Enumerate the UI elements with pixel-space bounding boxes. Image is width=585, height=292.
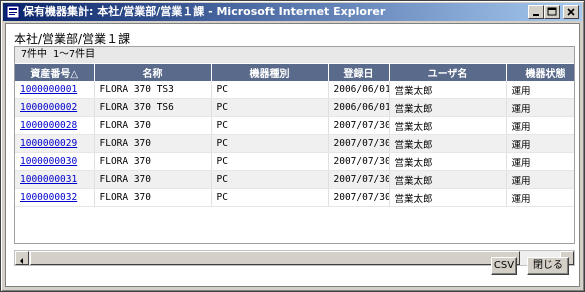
cell-registration-date: 2006/06/01 [328,98,390,117]
cell-name: FLORA 370 [94,116,212,135]
browser-window: 保有機器集計: 本社/営業部/営業１課 - Microsoft Internet… [0,0,585,292]
column-header-device-type[interactable]: 機器種別 [211,64,329,81]
cell-user-name: 営業太郎 [389,170,507,189]
column-header-registration-date[interactable]: 登録日 [328,64,390,81]
cell-asset-number[interactable]: 1000000028 [15,116,95,135]
cell-asset-number[interactable]: 1000000030 [15,152,95,171]
maximize-icon [547,7,557,16]
csv-button[interactable]: CSV [491,257,517,275]
cell-user-name: 営業太郎 [389,134,507,153]
cell-user-name: 営業太郎 [389,152,507,171]
title-bar: 保有機器集計: 本社/営業部/営業１課 - Microsoft Internet… [3,3,582,21]
table-row: 1000000029 FLORA 370 PC 2007/07/30 営業太郎 運用 [15,134,574,153]
column-header-device-status[interactable]: 機器状態 [506,64,574,81]
cell-registration-date: 2007/07/30 [328,152,390,171]
table-row: 1000000002 FLORA 370 TS6 PC 2006/06/01 営業太郎運… [15,98,574,117]
cell-device-type: PC [211,152,329,171]
cell-name: FLORA 370 [94,170,212,189]
close-icon [567,8,575,16]
table-row: 1000000001 FLORA 370 TS3 PC 2006/06/01 営業太郎運… [15,81,574,99]
cell-name: FLORA 370 [94,188,212,207]
column-header-asset-number[interactable]: 資産番号△ [15,64,95,81]
arrow-left-icon [20,258,23,264]
cell-asset-number[interactable]: 1000000031 [15,170,95,189]
cell-device-type: PC [211,134,329,153]
cell-name: FLORA 370 [94,134,212,153]
asset-number-link[interactable]: 1000000030 [20,156,77,167]
table-row: 1000000031 FLORA 370 PC 2007/07/30 営業太郎 運用 [15,170,574,189]
result-count: 7件中 1～7件目 [15,47,574,63]
cell-user-name: 営業太郎 [389,188,507,207]
asset-number-link[interactable]: 1000000002 [20,102,77,113]
scrollbar-thumb[interactable] [30,251,520,265]
asset-number-link[interactable]: 1000000001 [20,84,77,95]
table-body: 1000000001 FLORA 370 TS3 PC 2006/06/01 営業太郎運… [15,81,574,207]
cell-registration-date: 2007/07/30 [328,170,390,189]
cell-asset-number[interactable]: 1000000032 [15,188,95,207]
breadcrumb: 本社/営業部/営業１課 [14,32,131,46]
column-header-user-name[interactable]: ユーザ名 [389,64,507,81]
cell-registration-date: 2007/07/30 [328,116,390,135]
page-content: 本社/営業部/営業１課 7件中 1～7件目 資産番号△ 名称 機器種別 登録日 … [5,23,580,287]
cell-user-name: 営業太郎 [389,98,507,117]
cell-device-status: 運用 [506,116,574,135]
cell-name: FLORA 370 [94,152,212,171]
cell-device-status: 運用 [506,170,574,189]
column-header-name[interactable]: 名称 [94,64,212,81]
cell-device-status: 運用 [506,98,574,117]
cell-device-type: PC [211,81,329,99]
minimize-button[interactable] [528,5,544,19]
cell-device-type: PC [211,170,329,189]
cell-name: FLORA 370 TS3 [94,81,212,99]
cell-asset-number[interactable]: 1000000029 [15,134,95,153]
cell-device-status: 運用 [506,81,574,99]
asset-table-panel: 7件中 1～7件目 資産番号△ 名称 機器種別 登録日 ユーザ名 機器状態 10… [14,46,575,244]
table-header-row: 資産番号△ 名称 機器種別 登録日 ユーザ名 機器状態 [15,64,574,81]
cell-registration-date: 2007/07/30 [328,188,390,207]
window-title: 保有機器集計: 本社/営業部/営業１課 - Microsoft Internet… [23,5,386,18]
cell-registration-date: 2007/07/30 [328,134,390,153]
asset-number-link[interactable]: 1000000031 [20,174,77,185]
asset-number-link[interactable]: 1000000029 [20,138,77,149]
close-button[interactable]: 閉じる [527,257,569,275]
cell-registration-date: 2006/06/01 [328,81,390,99]
ie-page-icon [6,5,20,19]
asset-number-link[interactable]: 1000000028 [20,120,77,131]
table-row: 1000000028 FLORA 370 PC 2007/07/30 営業太郎 運用 [15,116,574,135]
cell-device-status: 運用 [506,152,574,171]
cell-device-type: PC [211,188,329,207]
maximize-button[interactable] [544,5,560,19]
cell-name: FLORA 370 TS6 [94,98,212,117]
cell-asset-number[interactable]: 1000000002 [15,98,95,117]
cell-device-status: 運用 [506,134,574,153]
cell-asset-number[interactable]: 1000000001 [15,81,95,99]
cell-user-name: 営業太郎 [389,81,507,99]
table-row: 1000000032 FLORA 370 PC 2007/07/30 営業太郎 運用 [15,188,574,207]
close-window-button[interactable] [563,5,579,19]
minimize-icon [533,14,539,16]
cell-device-type: PC [211,116,329,135]
cell-device-status: 運用 [506,188,574,207]
scroll-left-button[interactable] [15,251,29,265]
asset-table: 資産番号△ 名称 機器種別 登録日 ユーザ名 機器状態 1000000001 FL… [15,64,574,207]
asset-number-link[interactable]: 1000000032 [20,192,77,203]
table-row: 1000000030 FLORA 370 PC 2007/07/30 営業太郎 運用 [15,152,574,171]
cell-user-name: 営業太郎 [389,116,507,135]
cell-device-type: PC [211,98,329,117]
